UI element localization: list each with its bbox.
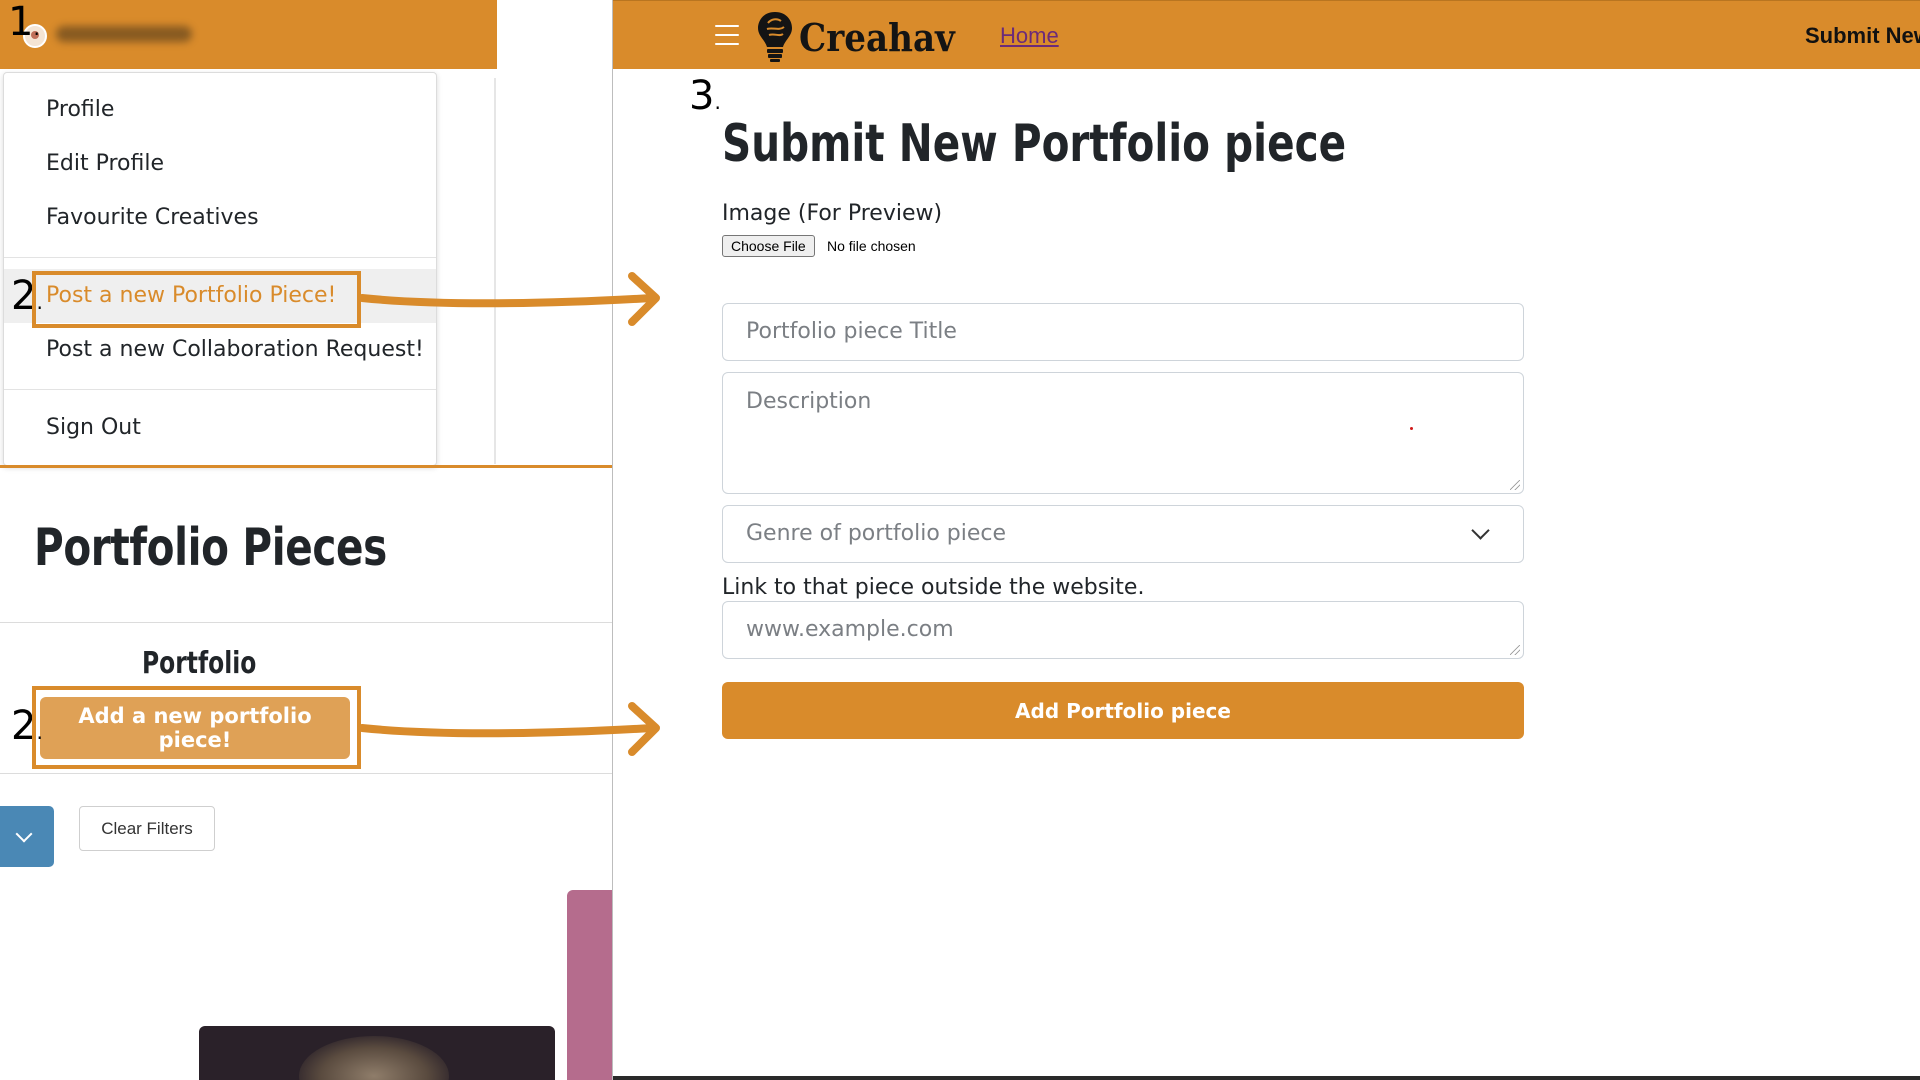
- resize-handle-icon[interactable]: [1510, 645, 1520, 655]
- brand-logo[interactable]: Creahaven: [799, 15, 956, 60]
- left-top-navbar: [0, 0, 497, 69]
- section-divider: [0, 622, 612, 623]
- hamburger-menu-icon[interactable]: [715, 25, 739, 45]
- portfolio-title-input[interactable]: Portfolio piece Title: [722, 303, 1524, 361]
- arrow-right-icon: [358, 702, 660, 756]
- external-link-input[interactable]: www.example.com: [722, 601, 1524, 659]
- user-dropdown-menu: Profile Edit Profile Favourite Creatives…: [3, 72, 437, 466]
- highlight-box-menu-item: [32, 271, 361, 328]
- scroll-rail: [494, 78, 496, 464]
- left-screenshot-panel: Profile Edit Profile Favourite Creatives…: [0, 0, 612, 1080]
- portfolio-card-image[interactable]: [199, 1026, 555, 1080]
- nav-link-home[interactable]: Home: [1000, 23, 1059, 49]
- user-name-redacted[interactable]: [56, 26, 192, 42]
- menu-divider: [4, 257, 436, 258]
- file-status-text: No file chosen: [827, 238, 916, 254]
- page-title: Portfolio Pieces: [34, 518, 387, 578]
- lightbulb-logo-icon: [758, 12, 792, 62]
- filter-toggle-button[interactable]: [0, 806, 54, 867]
- menu-item-label: Edit Profile: [46, 151, 165, 176]
- arrow-right-icon: [358, 272, 660, 326]
- tutorial-canvas: Profile Edit Profile Favourite Creatives…: [0, 0, 1920, 1080]
- section-title: Portfolio: [142, 646, 257, 681]
- portrait-photo: [299, 1036, 449, 1080]
- image-field-label: Image (For Preview): [722, 201, 943, 226]
- input-placeholder: www.example.com: [746, 617, 954, 642]
- choose-file-button[interactable]: Choose File: [722, 235, 815, 257]
- menu-item-favourite-creatives[interactable]: Favourite Creatives: [4, 205, 436, 237]
- step-3-number: 3.: [689, 73, 721, 119]
- menu-item-edit-profile[interactable]: Edit Profile: [4, 151, 436, 183]
- description-textarea[interactable]: Description: [722, 372, 1524, 494]
- portfolio-card-image[interactable]: [567, 890, 612, 1080]
- input-placeholder: Portfolio piece Title: [746, 319, 957, 344]
- menu-item-profile[interactable]: Profile: [4, 97, 436, 129]
- menu-divider: [4, 389, 436, 390]
- resize-handle-icon[interactable]: [1510, 480, 1520, 490]
- menu-item-label: Profile: [46, 97, 115, 122]
- section-divider: [0, 773, 612, 774]
- input-placeholder: Description: [746, 389, 872, 414]
- right-screenshot-panel: Creahaven Home Submit New Submit New Por…: [612, 0, 1920, 1080]
- menu-item-label: Favourite Creatives: [46, 205, 259, 230]
- chevron-down-icon: [15, 825, 33, 843]
- nav-link-submit-new[interactable]: Submit New: [1805, 23, 1920, 49]
- menu-item-label: Post a new Collaboration Request!: [46, 337, 424, 362]
- genre-select[interactable]: Genre of portfolio piece: [722, 505, 1524, 563]
- link-field-label: Link to that piece outside the website.: [722, 575, 1145, 600]
- chevron-down-icon: [1471, 521, 1490, 540]
- menu-item-label: Sign Out: [46, 415, 141, 440]
- step-1-number: 1.: [8, 0, 40, 45]
- top-navbar: Creahaven Home Submit New: [613, 0, 1920, 69]
- bottom-border: [613, 1076, 1920, 1080]
- cursor-dot: [1410, 427, 1413, 430]
- menu-item-post-collaboration[interactable]: Post a new Collaboration Request!: [4, 337, 436, 369]
- page-title: Submit New Portfolio piece: [722, 114, 1347, 174]
- select-placeholder: Genre of portfolio piece: [746, 521, 1007, 546]
- orange-divider: [0, 465, 612, 468]
- add-portfolio-piece-submit-button[interactable]: Add Portfolio piece: [722, 682, 1524, 739]
- clear-filters-button[interactable]: Clear Filters: [79, 806, 215, 851]
- menu-item-sign-out[interactable]: Sign Out: [4, 415, 436, 447]
- highlight-box-add-button: [32, 686, 361, 769]
